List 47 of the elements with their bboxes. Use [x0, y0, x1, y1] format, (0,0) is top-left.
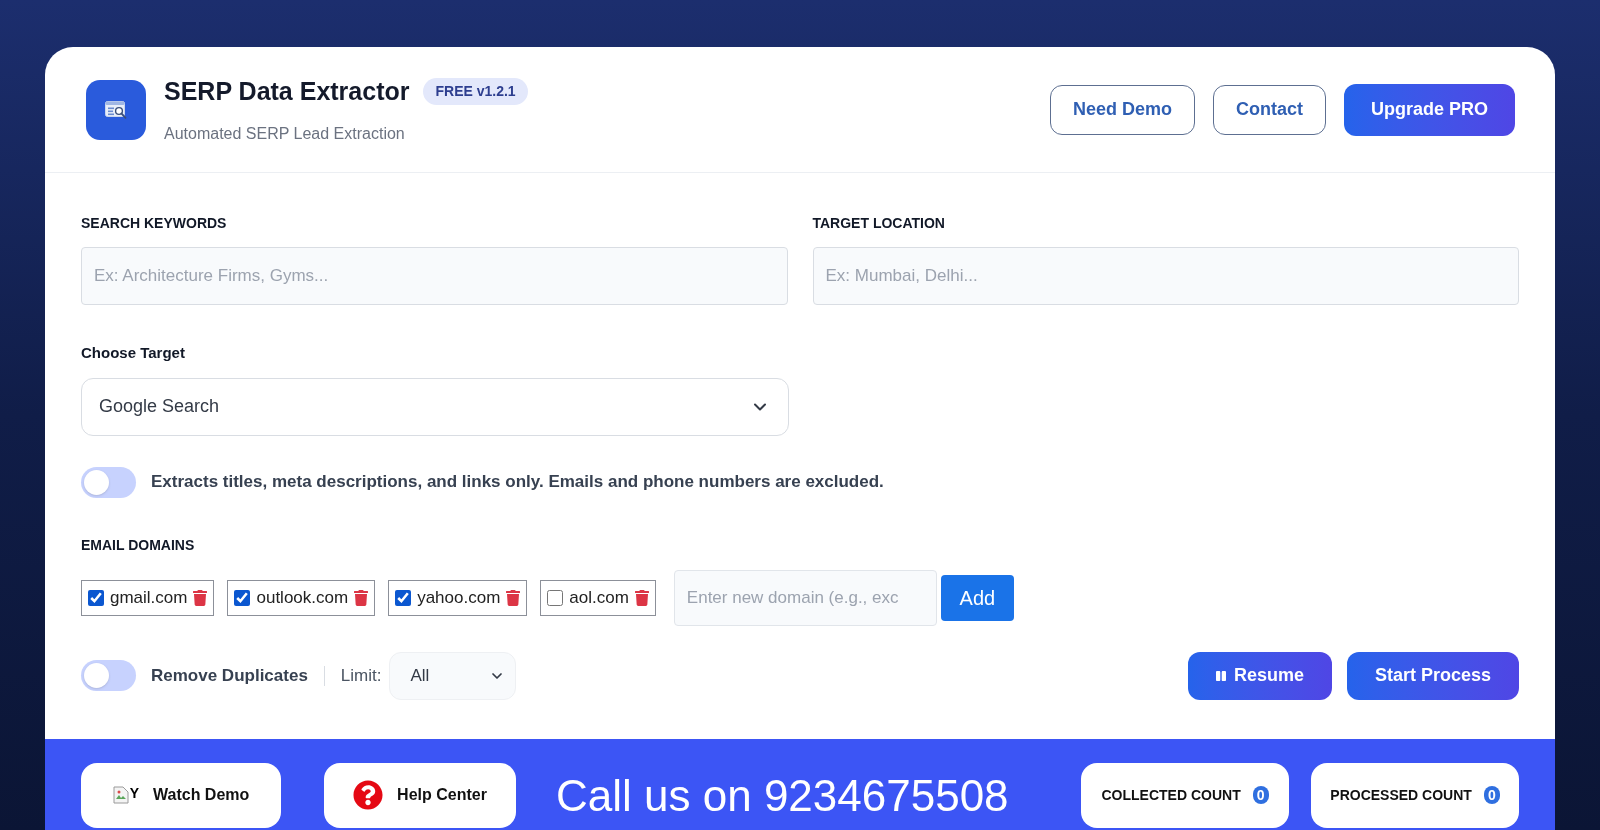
add-button[interactable]: Add — [940, 574, 1014, 621]
toggle-label: Remove Duplicates — [151, 664, 308, 687]
action-button[interactable]: Resume — [1187, 651, 1332, 700]
broken-image-icon — [112, 786, 129, 804]
header-button[interactable]: Upgrade PRO — [1343, 83, 1515, 136]
text-input[interactable]: Ex: Mumbai, Delhi... — [812, 247, 1519, 305]
counter-label: COLLECTED COUNT — [1101, 785, 1241, 805]
footer-link-button[interactable]: Help Center — [324, 762, 516, 828]
trash-icon[interactable] — [354, 589, 369, 606]
toggle-switch[interactable] — [81, 466, 136, 498]
text-input[interactable]: Ex: Architecture Firms, Gyms... — [81, 247, 788, 305]
browser-search-icon — [105, 100, 127, 119]
domain-checkbox[interactable] — [234, 589, 251, 606]
trash-icon[interactable] — [506, 589, 521, 606]
section-label: EMAIL DOMAINS — [81, 535, 196, 555]
field-label: Choose Target — [81, 343, 186, 363]
limit-label: Limit: — [340, 664, 382, 687]
toggle-description: Extracts titles, meta descriptions, and links only. Emails and phone numbers are excluded. — [151, 471, 884, 494]
footer-link-button[interactable]: Y Watch Demo — [81, 762, 281, 828]
call-us-text: Call us on 9234675508 — [556, 769, 1009, 822]
header-button[interactable]: Need Demo — [1049, 84, 1195, 135]
domain-name: aol.com — [569, 586, 629, 609]
trash-icon[interactable] — [634, 589, 649, 606]
image-alt-text: Y — [129, 786, 139, 800]
version-badge: FREE v1.2.1 — [423, 78, 528, 105]
count-badge: 0 — [1252, 786, 1269, 804]
question-icon — [353, 780, 384, 810]
action-button[interactable]: Start Process — [1346, 651, 1519, 700]
domain-name: outlook.com — [256, 586, 349, 609]
limit-select[interactable]: All — [389, 651, 517, 700]
field-label: SEARCH KEYWORDS — [81, 214, 228, 233]
pause-icon — [1215, 669, 1226, 682]
target-select[interactable]: Google Search — [81, 377, 789, 436]
domain-checkbox[interactable] — [88, 589, 104, 606]
domain-name: yahoo.com — [417, 586, 501, 609]
domain-checkbox[interactable] — [547, 589, 564, 606]
trash-icon[interactable] — [193, 589, 208, 606]
field-label: TARGET LOCATION — [812, 214, 946, 233]
app-subtitle: Automated SERP Lead Extraction — [164, 124, 406, 145]
new-domain-input[interactable]: Enter new domain (e.g., exc — [673, 569, 937, 626]
toggle-switch[interactable] — [81, 660, 136, 691]
count-badge: 0 — [1483, 786, 1500, 804]
domain-name: gmail.com — [110, 586, 188, 609]
header-button[interactable]: Contact — [1212, 84, 1326, 135]
app-title: SERP Data Extractor — [164, 75, 410, 107]
counter-label: PROCESSED COUNT — [1330, 785, 1472, 805]
domain-checkbox[interactable] — [395, 589, 412, 606]
